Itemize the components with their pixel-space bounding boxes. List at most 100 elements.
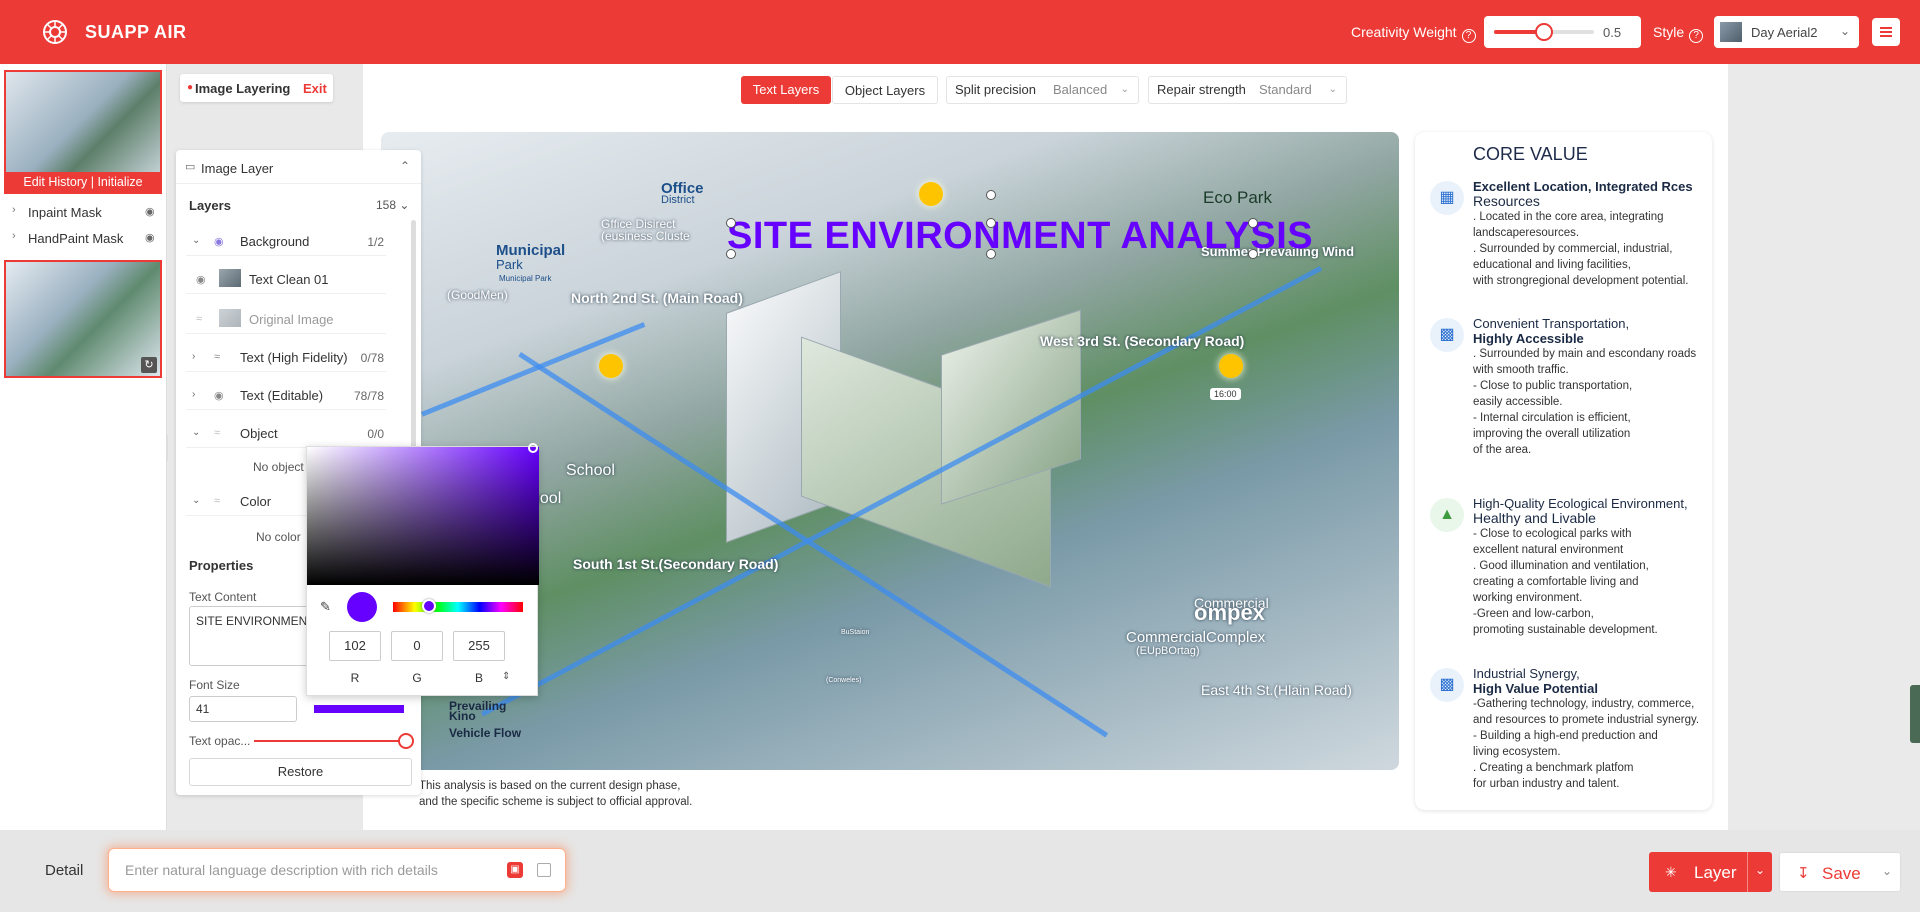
eye-off-icon[interactable]: ≈ [196, 313, 202, 325]
layer-icon: ✳ [1665, 864, 1677, 880]
menu-button[interactable] [1872, 18, 1900, 46]
chevron-down-icon[interactable]: ⌄ [1882, 864, 1892, 878]
restore-button[interactable]: Restore [189, 758, 412, 786]
handpaint-mask-row[interactable]: › HandPaint Mask ◉ [12, 228, 162, 248]
layer-button[interactable]: ✳ Layer ⌄ [1649, 852, 1772, 892]
selection-handle[interactable] [986, 218, 996, 228]
eye-icon[interactable]: ◉ [196, 273, 206, 286]
eye-off-icon[interactable]: ≈ [214, 427, 220, 439]
layers-count[interactable]: 158 ⌄ [376, 198, 409, 212]
history-thumbnail-original[interactable]: ↻ [4, 260, 162, 378]
core-value-line: . Surrounded by main and escondany roads [1473, 348, 1697, 360]
creativity-weight-slider[interactable]: 0.5 [1484, 16, 1641, 48]
text-content-label: Text Content [189, 590, 257, 604]
panel-header[interactable]: ▭ Image Layer ⌃ [176, 150, 421, 184]
core-value-line: - Close to public transportation, [1473, 380, 1633, 392]
eye-icon[interactable]: ◉ [145, 231, 155, 244]
font-size-input[interactable]: 41 [189, 696, 297, 722]
chevron-down-icon[interactable]: ⌄ [192, 495, 200, 506]
core-value-line: -Gathering technology, industry, commerc… [1473, 698, 1695, 710]
layer-row-background[interactable]: ⌄ ◉ Background 1/2 [186, 226, 386, 256]
core-value-line: landscaperesources. [1473, 227, 1580, 239]
chevron-down-icon[interactable]: ⌄ [192, 427, 200, 438]
style-value: Day Aerial2 [1751, 25, 1818, 40]
side-drawer-handle[interactable] [1910, 685, 1920, 743]
eyedropper-icon[interactable]: ✎ [320, 599, 331, 615]
slider-track[interactable] [1494, 23, 1594, 41]
canvas-label: East 4th St.(Hlain Road) [1201, 682, 1352, 698]
selection-handle[interactable] [986, 249, 996, 259]
detail-label: Detail [45, 862, 84, 879]
swap-mode-icon[interactable]: ⇕ [502, 671, 510, 682]
chevron-right-icon[interactable]: › [192, 351, 195, 362]
layer-row-text-clean[interactable]: ◉ Text Clean 01 [186, 264, 386, 294]
text-color-swatch[interactable] [314, 705, 404, 713]
eye-icon[interactable]: ◉ [214, 235, 224, 248]
style-select[interactable]: Day Aerial2 ⌄ [1714, 16, 1859, 48]
eye-off-icon[interactable]: ≈ [214, 495, 220, 507]
blue-input[interactable]: 255 [453, 631, 505, 661]
checkbox[interactable] [537, 863, 551, 877]
repair-strength-select[interactable]: Repair strength Standard ⌄ [1148, 76, 1347, 104]
color-picker-popover: ✎ 102 0 255 R G B ⇕ [306, 443, 539, 696]
green-label: G [412, 671, 422, 685]
chevron-right-icon[interactable]: › [12, 204, 16, 216]
split-precision-select[interactable]: Split precision Balanced ⌄ [946, 76, 1139, 104]
core-value-line: . Located in the core area, integrating [1473, 211, 1664, 223]
selection-handle[interactable] [1248, 218, 1258, 228]
selection-handle[interactable] [726, 249, 736, 259]
layer-icon: ▭ [185, 161, 196, 173]
green-input[interactable]: 0 [391, 631, 443, 661]
layer-row-text-high-fidelity[interactable]: › ≈ Text (High Fidelity) 0/78 [186, 342, 386, 372]
chevron-right-icon[interactable]: › [192, 389, 195, 400]
hue-slider-thumb[interactable] [422, 599, 436, 613]
chevron-down-icon[interactable]: ⌄ [192, 235, 200, 246]
selection-handle[interactable] [726, 218, 736, 228]
exit-button[interactable]: Exit [303, 81, 327, 96]
chevron-right-icon[interactable]: › [12, 230, 16, 242]
chevron-down-icon[interactable]: ⌄ [1755, 863, 1765, 877]
core-value-section: ▩ Convenient Transportation, Highly Acce… [1430, 316, 1718, 458]
red-input[interactable]: 102 [329, 631, 381, 661]
eye-icon[interactable]: ◉ [145, 205, 155, 218]
no-color-text: No color [256, 530, 301, 544]
refresh-icon[interactable]: ↻ [141, 357, 157, 373]
eye-off-icon[interactable]: ≈ [214, 351, 220, 363]
saturation-value-area[interactable] [307, 443, 539, 585]
core-value-section: ▲ High-Quality Ecological Environment, H… [1430, 496, 1718, 638]
saturation-handle[interactable] [528, 443, 538, 453]
chevron-up-icon[interactable]: ⌃ [400, 159, 410, 173]
tree-icon: ▲ [1430, 498, 1464, 532]
history-thumbnail-current[interactable]: Edit History | Initialize [4, 70, 162, 194]
image-layering-mode: ● Image Layering Exit [180, 74, 333, 102]
rotate-handle[interactable] [986, 190, 996, 200]
canvas-label: Eco Park [1203, 188, 1272, 207]
eye-icon[interactable]: ◉ [214, 389, 224, 402]
core-value-line: -Green and low-carbon, [1473, 608, 1594, 620]
inpaint-mask-row[interactable]: › Inpaint Mask ◉ [12, 202, 162, 222]
chevron-down-icon: ⌄ [1840, 24, 1851, 38]
save-button[interactable]: ↧ Save ⌄ [1779, 852, 1901, 892]
opacity-slider-thumb[interactable] [398, 733, 414, 749]
canvas-label: Municipal Park [499, 274, 552, 283]
red-label: R [350, 671, 360, 685]
selection-handle[interactable] [1248, 249, 1258, 259]
core-value-section: ▩ Industrial Synergy, High Value Potenti… [1430, 666, 1718, 792]
brand-name: SUAPP AIR [85, 22, 187, 42]
layer-row-text-editable[interactable]: › ◉ Text (Editable) 78/78 [186, 380, 386, 410]
canvas-title-text[interactable]: SITE ENVIRONMENT ANALYSIS [727, 215, 1313, 258]
slider-thumb[interactable] [1535, 23, 1553, 41]
opacity-slider-track[interactable] [254, 740, 404, 742]
tab-object-layers[interactable]: Object Layers [832, 76, 938, 104]
image-upload-icon[interactable]: ▣ [507, 862, 523, 878]
question-icon[interactable]: ? [1689, 29, 1704, 43]
layer-row-original-image[interactable]: ≈ Original Image [186, 304, 386, 334]
edit-history-initialize-button[interactable]: Edit History | Initialize [6, 172, 160, 192]
prompt-input[interactable]: Enter natural language description with … [108, 848, 566, 892]
properties-heading: Properties [189, 558, 254, 573]
layer-row-object[interactable]: ⌄ ≈ Object 0/0 [186, 418, 386, 448]
blue-label: B [474, 671, 483, 685]
question-icon[interactable]: ? [1461, 29, 1476, 43]
tab-text-layers[interactable]: Text Layers [741, 76, 831, 104]
hue-slider[interactable] [393, 602, 523, 612]
